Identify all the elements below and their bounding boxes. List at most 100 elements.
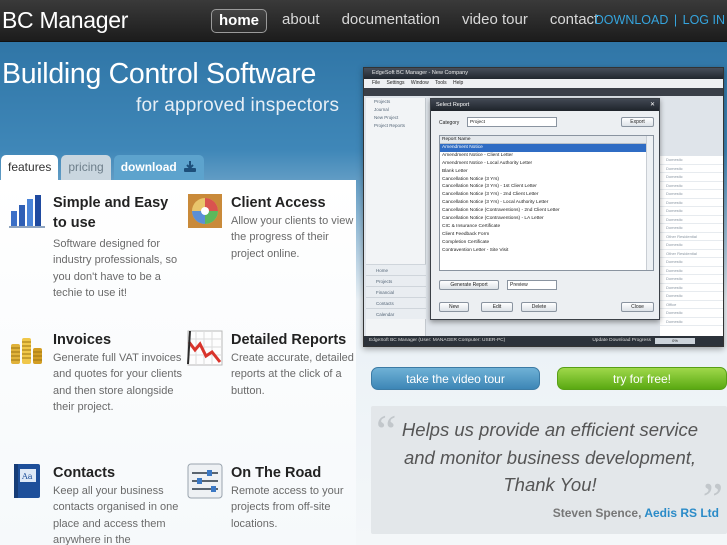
feature-text: Software designed for industry professio… bbox=[53, 238, 178, 299]
screenshot-grid: Domestic Domestic Domestic Domestic Dome… bbox=[660, 156, 723, 336]
generate-report-button: Generate Report bbox=[439, 280, 499, 290]
screenshot-status-right: Update Download Progress bbox=[592, 338, 651, 343]
report-list-item: Completion Certificate bbox=[442, 239, 490, 245]
testimonial-company-link[interactable]: Aedis RS Ltd bbox=[644, 506, 719, 520]
testimonial-quote: Helps us provide an efficient service an… bbox=[401, 419, 699, 495]
report-list-item: Cancellation Notice (3 Yrs) - 2nd Client… bbox=[442, 192, 539, 198]
screenshot-sidebar-item: Projects bbox=[374, 99, 391, 104]
close-icon: ✕ bbox=[649, 102, 655, 108]
report-list-scrollbar bbox=[646, 136, 653, 270]
download-link[interactable]: DOWNLOAD bbox=[595, 13, 669, 27]
feature-text: Keep all your business contacts organise… bbox=[53, 485, 179, 545]
report-list: Report Name Amendment Notice Amendment N… bbox=[439, 135, 654, 271]
top-bar: BC Manager home about documentation vide… bbox=[0, 0, 727, 42]
line-chart-icon bbox=[187, 330, 223, 366]
report-list-item: Cancellation Notice (3 Yrs) - 1st Client… bbox=[442, 184, 537, 190]
product-screenshot[interactable]: EdgeSoft BC Manager - New Company File S… bbox=[363, 67, 724, 347]
screenshot-grid-row: Domestic bbox=[660, 275, 723, 284]
nav-home[interactable]: home bbox=[211, 9, 268, 33]
top-links-separator: | bbox=[673, 13, 678, 27]
report-list-item: Cancellation Notice (Contraventions) - L… bbox=[442, 216, 544, 222]
screenshot-grid-row: Domestic bbox=[660, 207, 723, 216]
new-button: New bbox=[439, 302, 469, 312]
select-report-dialog: Select Report ✕ Category Project Export … bbox=[430, 98, 660, 320]
nav-documentation[interactable]: documentation bbox=[335, 9, 447, 33]
svg-text:Aa: Aa bbox=[21, 472, 33, 481]
dialog-title: Select Report bbox=[431, 99, 659, 111]
screenshot-sidebar-section: Contacts bbox=[366, 297, 426, 308]
screenshot-grid-row: Domestic bbox=[660, 216, 723, 224]
report-list-item: Cancellation Notice (Contraventions) - 2… bbox=[442, 208, 560, 214]
category-select: Project bbox=[467, 117, 557, 127]
top-links: DOWNLOAD | LOG IN bbox=[595, 13, 725, 27]
screenshot-menubar: File Settings Window Tools Help bbox=[364, 79, 723, 88]
preview-select: Preview bbox=[507, 280, 557, 290]
try-free-button[interactable]: try for free! bbox=[557, 367, 727, 390]
testimonial-citation: Steven Spence, Aedis RS Ltd bbox=[553, 506, 719, 520]
feature-text: Create accurate, detailed reports at the… bbox=[231, 352, 354, 397]
features-panel: Simple and Easy to use Software designed… bbox=[0, 180, 356, 545]
screenshot-sidebar-item: New Project bbox=[374, 115, 399, 120]
report-list-item: Cancellation Notice (3 Yrs) - Local Auth… bbox=[442, 200, 549, 206]
screenshot-grid-row: Other Residential bbox=[660, 250, 723, 258]
report-list-header: Report Name bbox=[440, 136, 653, 144]
feature-title: Contacts bbox=[53, 465, 116, 481]
screenshot-grid-row: Domestic bbox=[660, 165, 723, 173]
report-list-item: Blank Letter bbox=[442, 168, 468, 174]
edit-button: Edit bbox=[481, 302, 513, 312]
screenshot-sidebar-section: Home bbox=[366, 264, 426, 275]
address-book-icon: Aa bbox=[14, 464, 40, 498]
tab-download-label: download bbox=[120, 160, 177, 174]
screenshot-grid-row: Domestic bbox=[660, 224, 723, 233]
tab-features[interactable]: features bbox=[1, 155, 59, 180]
login-link[interactable]: LOG IN bbox=[683, 13, 725, 27]
main-nav: home about documentation video tour cont… bbox=[211, 9, 613, 33]
screenshot-grid-row: Domestic bbox=[660, 241, 723, 250]
screenshot-titlebar: EdgeSoft BC Manager - New Company bbox=[364, 68, 723, 79]
feature-text: Allow your clients to view the progress … bbox=[231, 215, 354, 260]
open-quote-icon: “ bbox=[376, 405, 397, 456]
feature-title: Client Access bbox=[231, 195, 326, 211]
screenshot-sidebar-item: Project Reports bbox=[374, 123, 406, 128]
screenshot-grid-row: Domestic bbox=[660, 318, 723, 326]
screenshot-sidebar-section: Calendar bbox=[366, 308, 426, 319]
screenshot-grid-row: Other Residential bbox=[660, 233, 723, 241]
screenshot-grid-row: Domestic bbox=[660, 292, 723, 301]
feature-text: Generate full VAT invoices and quotes fo… bbox=[53, 352, 183, 413]
report-list-item: Contravention Letter - Site Visit bbox=[442, 247, 509, 253]
screenshot-sidebar-section: Projects bbox=[366, 275, 426, 286]
screenshot-grid-row: Domestic bbox=[660, 267, 723, 275]
screenshot-grid-row: Domestic bbox=[660, 156, 723, 165]
hero-title: Building Control Software bbox=[2, 58, 317, 90]
testimonial-name: Steven Spence, bbox=[552, 506, 642, 520]
screenshot-grid-row: Domestic bbox=[660, 309, 723, 318]
delete-button: Delete bbox=[521, 302, 557, 312]
coins-icon bbox=[11, 338, 42, 364]
color-wheel-icon bbox=[188, 194, 222, 228]
nav-video-tour[interactable]: video tour bbox=[455, 9, 535, 33]
screenshot-toolbar bbox=[364, 88, 723, 96]
screenshot-statusbar: EdgeSoft BC Manager (User: MANAGER Compu… bbox=[364, 336, 723, 346]
brand-logo[interactable]: BC Manager bbox=[2, 7, 128, 34]
screenshot-grid-row: Domestic bbox=[660, 173, 723, 182]
screenshot-grid-row: Domestic bbox=[660, 190, 723, 199]
report-list-item: Amendment Notice - Client Letter bbox=[442, 152, 513, 158]
report-list-item: CIC & Insurance Certificate bbox=[442, 223, 501, 229]
download-tray-icon bbox=[184, 161, 197, 172]
screenshot-grid-row: Office bbox=[660, 301, 723, 309]
screenshot-grid-row: Domestic bbox=[660, 258, 723, 267]
close-button: Close bbox=[621, 302, 654, 312]
screenshot-grid-row: Domestic bbox=[660, 284, 723, 292]
screenshot-progress: 0% bbox=[655, 338, 695, 344]
feature-text: Remote access to your projects from off-… bbox=[231, 485, 344, 530]
report-list-item: Amendment Notice - Local Authority Lette… bbox=[442, 160, 533, 166]
video-tour-button[interactable]: take the video tour bbox=[371, 367, 540, 390]
screenshot-sidebar-sections: Home Projects Financial Contacts Calenda… bbox=[366, 264, 426, 319]
bar-chart-icon bbox=[9, 195, 45, 228]
feature-title: Simple and Easy to use bbox=[53, 195, 169, 231]
tab-pricing[interactable]: pricing bbox=[61, 155, 111, 180]
nav-about[interactable]: about bbox=[275, 9, 327, 33]
tab-download[interactable]: download bbox=[113, 155, 205, 180]
export-button: Export bbox=[621, 117, 654, 127]
screenshot-sidebar: Projects Journal New Project Project Rep… bbox=[366, 98, 426, 336]
